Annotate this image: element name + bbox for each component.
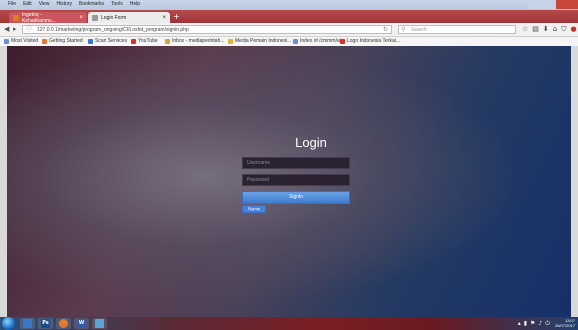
home-icon[interactable]: ⌂ [553,25,557,33]
password-input[interactable] [242,174,350,186]
flag-icon[interactable]: ⚑ [530,320,535,327]
shield-icon[interactable]: ⛉ [561,25,566,33]
navigation-bar: ◀ ▸ ⓘ 127.0.0.1/marketing/program_ongoin… [0,23,578,37]
word-icon: W [77,319,86,328]
signup-button[interactable]: Signup [242,205,266,213]
minimize-button[interactable] [528,0,542,9]
tab-label: Login Form [101,14,127,21]
download-icon[interactable]: ⬇ [543,25,549,33]
network-icon[interactable]: ▮ [524,320,527,327]
new-tab-icon[interactable]: + [173,13,180,21]
tab-ingeteq[interactable]: Ingeteq - Kehadiranmu... × [9,11,87,24]
bookmark-icon [293,38,298,44]
taskbar-explorer[interactable] [20,318,35,329]
firefox-icon [59,319,68,328]
reload-icon[interactable]: ↻ [383,26,388,34]
page-icon [92,14,98,21]
menu-items: File Edit View History Bookmarks Tools H… [8,1,140,7]
bookmark-icon [228,38,233,44]
tab-label: Ingeteq - Kehadiranmu... [21,11,56,24]
bookmark-icon [4,38,9,44]
bookmark-youtube[interactable]: YouTube [131,38,158,44]
start-button[interactable] [2,317,15,330]
explorer-icon [23,319,32,328]
bookmark-icon [340,38,345,44]
taskbar: Ps W ▴ ▮ ⚑ ♪ ⏻ 13:07 26/07/2017 [0,317,578,330]
signin-button[interactable]: Signin [242,191,350,204]
url-text: 127.0.0.1/marketing/program_ongoing/CI/L… [37,27,189,33]
bookmark-star-icon[interactable]: ☆ [522,25,528,33]
system-tray: ▴ ▮ ⚑ ♪ ⏻ [518,320,550,327]
app-icon [95,319,104,328]
firefox-icon [42,38,47,44]
photoshop-icon: Ps [41,319,50,328]
close-icon[interactable]: × [162,15,166,21]
search-placeholder: Search [411,27,427,33]
menu-bar: File Edit View History Bookmarks Tools H… [0,0,578,10]
power-icon[interactable]: ⏻ [545,320,550,327]
youtube-icon [131,38,136,44]
mail-icon [165,38,170,44]
login-title: Login [295,135,327,150]
taskbar-word[interactable]: W [74,318,89,329]
menu-edit[interactable]: Edit [23,1,32,7]
tab-bar: Ingeteq - Kehadiranmu... × Login Form × … [0,10,578,24]
reading-list-icon[interactable]: ▤ [532,25,539,33]
bookmark-media-pemain[interactable]: Media Pemain Indonesi... [228,38,291,44]
addon-icon[interactable]: ● [570,25,576,33]
taskbar-app[interactable] [92,318,107,329]
site-favicon-icon [13,14,19,21]
bookmark-icon [88,38,93,44]
url-bar[interactable]: ⓘ 127.0.0.1/marketing/program_ongoing/CI… [22,25,392,34]
menu-tools[interactable]: Tools [111,1,123,7]
info-icon: ⓘ [26,27,33,33]
toolbar-icons: ☆ ▤ ⬇ ⌂ ⛉ ● ≡ [522,25,578,33]
bookmark-scan-services[interactable]: Scan Services [88,38,127,44]
tab-login-form[interactable]: Login Form × [88,12,170,23]
close-window-button[interactable] [556,0,578,9]
search-bar[interactable]: ⚲ Search [398,25,516,34]
menu-bookmarks[interactable]: Bookmarks [79,1,104,7]
forward-icon[interactable]: ▸ [13,25,17,33]
window-controls [528,0,578,10]
search-icon: ⚲ [401,27,406,33]
menu-help[interactable]: Help [130,1,140,7]
bookmark-inbox[interactable]: Inbox - mediaperintah... [165,38,225,44]
clock-date: 26/07/2017 [554,323,575,328]
menu-history[interactable]: History [56,1,72,7]
chevron-up-icon[interactable]: ▴ [518,320,521,327]
back-icon[interactable]: ◀ [4,25,9,33]
menu-view[interactable]: View [39,1,50,7]
taskbar-firefox[interactable] [56,318,71,329]
username-input[interactable] [242,157,350,169]
bookmark-most-visited[interactable]: Most Visited [4,38,38,44]
taskbar-photoshop[interactable]: Ps [38,318,53,329]
maximize-button[interactable] [542,0,556,9]
menu-file[interactable]: File [8,1,16,7]
bookmark-logo-indonesia[interactable]: Logo Indonesia Terkai... [340,38,400,44]
clock[interactable]: 13:07 26/07/2017 [555,318,575,328]
bookmark-getting-started[interactable]: Getting Started [42,38,83,44]
browser-window: File Edit View History Bookmarks Tools H… [0,0,578,330]
volume-icon[interactable]: ♪ [538,320,542,327]
bookmark-index[interactable]: Index of /cmmm/a/ [293,38,341,44]
close-icon[interactable]: × [79,15,83,21]
